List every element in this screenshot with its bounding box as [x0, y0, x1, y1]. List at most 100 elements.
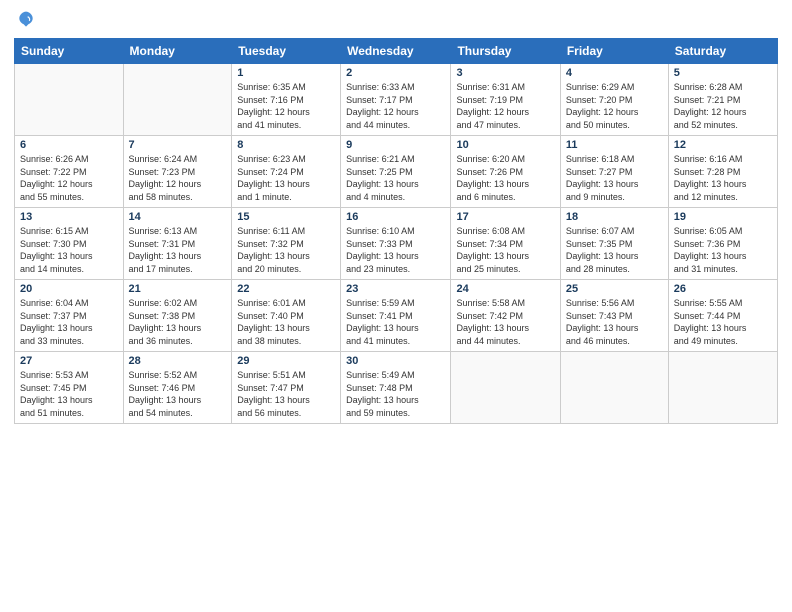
day-info: Sunrise: 6:28 AM Sunset: 7:21 PM Dayligh…: [674, 81, 772, 131]
day-info: Sunrise: 5:56 AM Sunset: 7:43 PM Dayligh…: [566, 297, 663, 347]
day-number: 21: [129, 283, 227, 295]
page-container: SundayMondayTuesdayWednesdayThursdayFrid…: [0, 0, 792, 612]
day-info: Sunrise: 6:24 AM Sunset: 7:23 PM Dayligh…: [129, 153, 227, 203]
calendar-cell: [15, 64, 124, 136]
calendar-cell: 20 Sunrise: 6:04 AM Sunset: 7:37 PM Dayli…: [15, 280, 124, 352]
calendar-cell: [668, 352, 777, 424]
logo-icon: [16, 10, 36, 30]
calendar-table: SundayMondayTuesdayWednesdayThursdayFrid…: [14, 38, 778, 424]
day-info: Sunrise: 6:02 AM Sunset: 7:38 PM Dayligh…: [129, 297, 227, 347]
calendar-cell: 10 Sunrise: 6:20 AM Sunset: 7:26 PM Dayli…: [451, 136, 560, 208]
day-number: 27: [20, 355, 118, 367]
day-info: Sunrise: 6:20 AM Sunset: 7:26 PM Dayligh…: [456, 153, 554, 203]
day-info: Sunrise: 6:07 AM Sunset: 7:35 PM Dayligh…: [566, 225, 663, 275]
weekday-header: Friday: [560, 39, 668, 64]
day-info: Sunrise: 5:52 AM Sunset: 7:46 PM Dayligh…: [129, 369, 227, 419]
calendar-week-row: 13 Sunrise: 6:15 AM Sunset: 7:30 PM Dayli…: [15, 208, 778, 280]
calendar-cell: 14Sunrise: 6:13 AM Sunset: 7:31 PM Dayli…: [123, 208, 232, 280]
day-info: Sunrise: 6:11 AM Sunset: 7:32 PM Dayligh…: [237, 225, 335, 275]
calendar-cell: 15 Sunrise: 6:11 AM Sunset: 7:32 PM Dayli…: [232, 208, 341, 280]
weekday-header: Monday: [123, 39, 232, 64]
day-info: Sunrise: 5:55 AM Sunset: 7:44 PM Dayligh…: [674, 297, 772, 347]
calendar-cell: 9 Sunrise: 6:21 AM Sunset: 7:25 PM Daylig…: [341, 136, 451, 208]
day-number: 16: [346, 211, 445, 223]
calendar-cell: 25 Sunrise: 5:56 AM Sunset: 7:43 PM Dayli…: [560, 280, 668, 352]
calendar-week-row: 6Sunrise: 6:26 AM Sunset: 7:22 PM Daylig…: [15, 136, 778, 208]
day-number: 3: [456, 67, 554, 79]
calendar-week-row: 27 Sunrise: 5:53 AM Sunset: 7:45 PM Dayli…: [15, 352, 778, 424]
day-info: Sunrise: 6:01 AM Sunset: 7:40 PM Dayligh…: [237, 297, 335, 347]
calendar-cell: 6Sunrise: 6:26 AM Sunset: 7:22 PM Daylig…: [15, 136, 124, 208]
day-number: 15: [237, 211, 335, 223]
day-info: Sunrise: 6:13 AM Sunset: 7:31 PM Dayligh…: [129, 225, 227, 275]
day-number: 26: [674, 283, 772, 295]
calendar-cell: 18 Sunrise: 6:07 AM Sunset: 7:35 PM Dayli…: [560, 208, 668, 280]
weekday-header: Tuesday: [232, 39, 341, 64]
day-info: Sunrise: 5:53 AM Sunset: 7:45 PM Dayligh…: [20, 369, 118, 419]
calendar-cell: 8 Sunrise: 6:23 AM Sunset: 7:24 PM Daylig…: [232, 136, 341, 208]
calendar-cell: 11Sunrise: 6:18 AM Sunset: 7:27 PM Dayli…: [560, 136, 668, 208]
day-number: 19: [674, 211, 772, 223]
day-number: 29: [237, 355, 335, 367]
calendar-header-row: SundayMondayTuesdayWednesdayThursdayFrid…: [15, 39, 778, 64]
calendar-cell: 16 Sunrise: 6:10 AM Sunset: 7:33 PM Dayli…: [341, 208, 451, 280]
day-number: 10: [456, 139, 554, 151]
day-info: Sunrise: 6:16 AM Sunset: 7:28 PM Dayligh…: [674, 153, 772, 203]
day-number: 1: [237, 67, 335, 79]
day-number: 5: [674, 67, 772, 79]
day-info: Sunrise: 5:59 AM Sunset: 7:41 PM Dayligh…: [346, 297, 445, 347]
calendar-cell: [451, 352, 560, 424]
day-info: Sunrise: 6:26 AM Sunset: 7:22 PM Dayligh…: [20, 153, 118, 203]
calendar-cell: 4Sunrise: 6:29 AM Sunset: 7:20 PM Daylig…: [560, 64, 668, 136]
day-info: Sunrise: 6:33 AM Sunset: 7:17 PM Dayligh…: [346, 81, 445, 131]
day-number: 7: [129, 139, 227, 151]
day-number: 25: [566, 283, 663, 295]
weekday-header: Wednesday: [341, 39, 451, 64]
calendar-week-row: 20 Sunrise: 6:04 AM Sunset: 7:37 PM Dayli…: [15, 280, 778, 352]
calendar-week-row: 1 Sunrise: 6:35 AM Sunset: 7:16 PM Daylig…: [15, 64, 778, 136]
calendar-cell: 27 Sunrise: 5:53 AM Sunset: 7:45 PM Dayli…: [15, 352, 124, 424]
day-number: 2: [346, 67, 445, 79]
day-number: 18: [566, 211, 663, 223]
calendar-cell: 7 Sunrise: 6:24 AM Sunset: 7:23 PM Daylig…: [123, 136, 232, 208]
day-number: 20: [20, 283, 118, 295]
calendar-cell: 21 Sunrise: 6:02 AM Sunset: 7:38 PM Dayli…: [123, 280, 232, 352]
day-number: 28: [129, 355, 227, 367]
day-info: Sunrise: 6:15 AM Sunset: 7:30 PM Dayligh…: [20, 225, 118, 275]
calendar-cell: 29 Sunrise: 5:51 AM Sunset: 7:47 PM Dayli…: [232, 352, 341, 424]
calendar-cell: 17Sunrise: 6:08 AM Sunset: 7:34 PM Dayli…: [451, 208, 560, 280]
day-info: Sunrise: 6:04 AM Sunset: 7:37 PM Dayligh…: [20, 297, 118, 347]
day-info: Sunrise: 6:23 AM Sunset: 7:24 PM Dayligh…: [237, 153, 335, 203]
calendar-cell: 28 Sunrise: 5:52 AM Sunset: 7:46 PM Dayli…: [123, 352, 232, 424]
logo: [14, 10, 36, 30]
weekday-header: Thursday: [451, 39, 560, 64]
day-info: Sunrise: 6:21 AM Sunset: 7:25 PM Dayligh…: [346, 153, 445, 203]
day-info: Sunrise: 6:10 AM Sunset: 7:33 PM Dayligh…: [346, 225, 445, 275]
day-info: Sunrise: 5:58 AM Sunset: 7:42 PM Dayligh…: [456, 297, 554, 347]
day-number: 13: [20, 211, 118, 223]
calendar-cell: 30Sunrise: 5:49 AM Sunset: 7:48 PM Dayli…: [341, 352, 451, 424]
day-info: Sunrise: 5:51 AM Sunset: 7:47 PM Dayligh…: [237, 369, 335, 419]
weekday-header: Saturday: [668, 39, 777, 64]
calendar-cell: 19 Sunrise: 6:05 AM Sunset: 7:36 PM Dayli…: [668, 208, 777, 280]
calendar-cell: 24Sunrise: 5:58 AM Sunset: 7:42 PM Dayli…: [451, 280, 560, 352]
day-number: 8: [237, 139, 335, 151]
calendar-cell: 23Sunrise: 5:59 AM Sunset: 7:41 PM Dayli…: [341, 280, 451, 352]
calendar-cell: 13 Sunrise: 6:15 AM Sunset: 7:30 PM Dayli…: [15, 208, 124, 280]
day-info: Sunrise: 6:05 AM Sunset: 7:36 PM Dayligh…: [674, 225, 772, 275]
day-number: 22: [237, 283, 335, 295]
weekday-header: Sunday: [15, 39, 124, 64]
day-info: Sunrise: 6:35 AM Sunset: 7:16 PM Dayligh…: [237, 81, 335, 131]
calendar-cell: 12 Sunrise: 6:16 AM Sunset: 7:28 PM Dayli…: [668, 136, 777, 208]
calendar-cell: 3 Sunrise: 6:31 AM Sunset: 7:19 PM Daylig…: [451, 64, 560, 136]
calendar-cell: 2 Sunrise: 6:33 AM Sunset: 7:17 PM Daylig…: [341, 64, 451, 136]
day-info: Sunrise: 6:08 AM Sunset: 7:34 PM Dayligh…: [456, 225, 554, 275]
calendar-cell: 22 Sunrise: 6:01 AM Sunset: 7:40 PM Dayli…: [232, 280, 341, 352]
day-number: 9: [346, 139, 445, 151]
day-number: 4: [566, 67, 663, 79]
day-info: Sunrise: 6:31 AM Sunset: 7:19 PM Dayligh…: [456, 81, 554, 131]
calendar-cell: [123, 64, 232, 136]
day-info: Sunrise: 5:49 AM Sunset: 7:48 PM Dayligh…: [346, 369, 445, 419]
day-number: 11: [566, 139, 663, 151]
day-number: 12: [674, 139, 772, 151]
